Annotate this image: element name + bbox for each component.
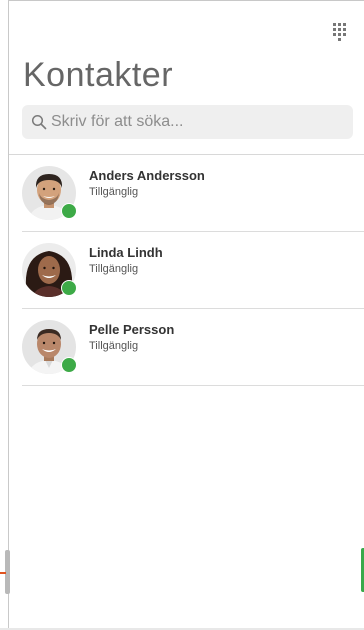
contacts-screen: Kontakter Skriv för att söka... Anders A… [0,0,364,630]
contact-status: Tillgänglig [89,263,139,275]
contact-name: Linda Lindh [89,245,163,260]
contact-status: Tillgänglig [89,186,139,198]
presence-available-icon [61,203,77,219]
contact-list: Anders Andersson Tillgänglig Linda Lindh… [22,155,364,386]
contact-name: Pelle Persson [89,322,175,337]
presence-available-icon [61,357,77,373]
search-box[interactable] [22,105,353,139]
contact-row[interactable]: Linda Lindh Tillgänglig [22,232,364,309]
contact-row[interactable]: Pelle Persson Tillgänglig [22,309,364,386]
search-input[interactable] [51,105,347,139]
contact-status: Tillgänglig [89,340,139,352]
contact-name: Anders Andersson [89,168,205,183]
dialpad-button[interactable] [332,22,350,44]
search-icon [31,114,47,130]
side-panel-edge [0,0,9,630]
presence-available-icon [61,280,77,296]
page-title: Kontakter [23,56,174,94]
top-border [0,0,364,1]
dialpad-icon [333,23,346,41]
side-panel-marker [0,572,6,574]
contact-row[interactable]: Anders Andersson Tillgänglig [22,155,364,232]
